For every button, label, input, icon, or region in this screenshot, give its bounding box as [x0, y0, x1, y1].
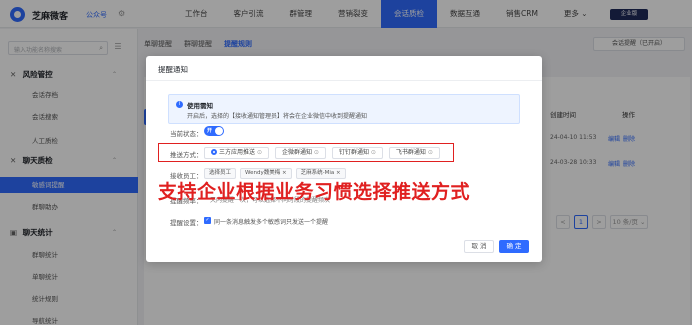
- dialog-divider: [146, 80, 542, 81]
- dialog-title: 提醒通知: [158, 65, 188, 74]
- status-toggle[interactable]: 开: [204, 126, 224, 136]
- push-method-highlight: [158, 143, 454, 162]
- toggle-knob: [215, 127, 223, 135]
- settings-text: 同一条消息触发多个敏感词只发送一个提醒: [214, 219, 329, 226]
- info-icon: i: [176, 101, 183, 108]
- status-label: 当前状态：: [170, 130, 203, 138]
- promo-caption: 支持企业根据业务习惯选择推送方式: [158, 181, 471, 203]
- notice-title: 使用需知: [187, 102, 213, 110]
- confirm-button[interactable]: 确 定: [499, 240, 529, 253]
- usage-notice: i 使用需知 开启后，选择的【接收通知管理员】将会在企业微信中收到提醒通知: [168, 94, 520, 124]
- cancel-button[interactable]: 取 消: [464, 240, 494, 253]
- notice-text: 开启后，选择的【接收通知管理员】将会在企业微信中收到提醒通知: [187, 113, 368, 120]
- checkbox-checked-icon[interactable]: ✓: [204, 217, 211, 224]
- toggle-text: 开: [207, 128, 213, 134]
- settings-label: 提醒设置：: [170, 219, 203, 227]
